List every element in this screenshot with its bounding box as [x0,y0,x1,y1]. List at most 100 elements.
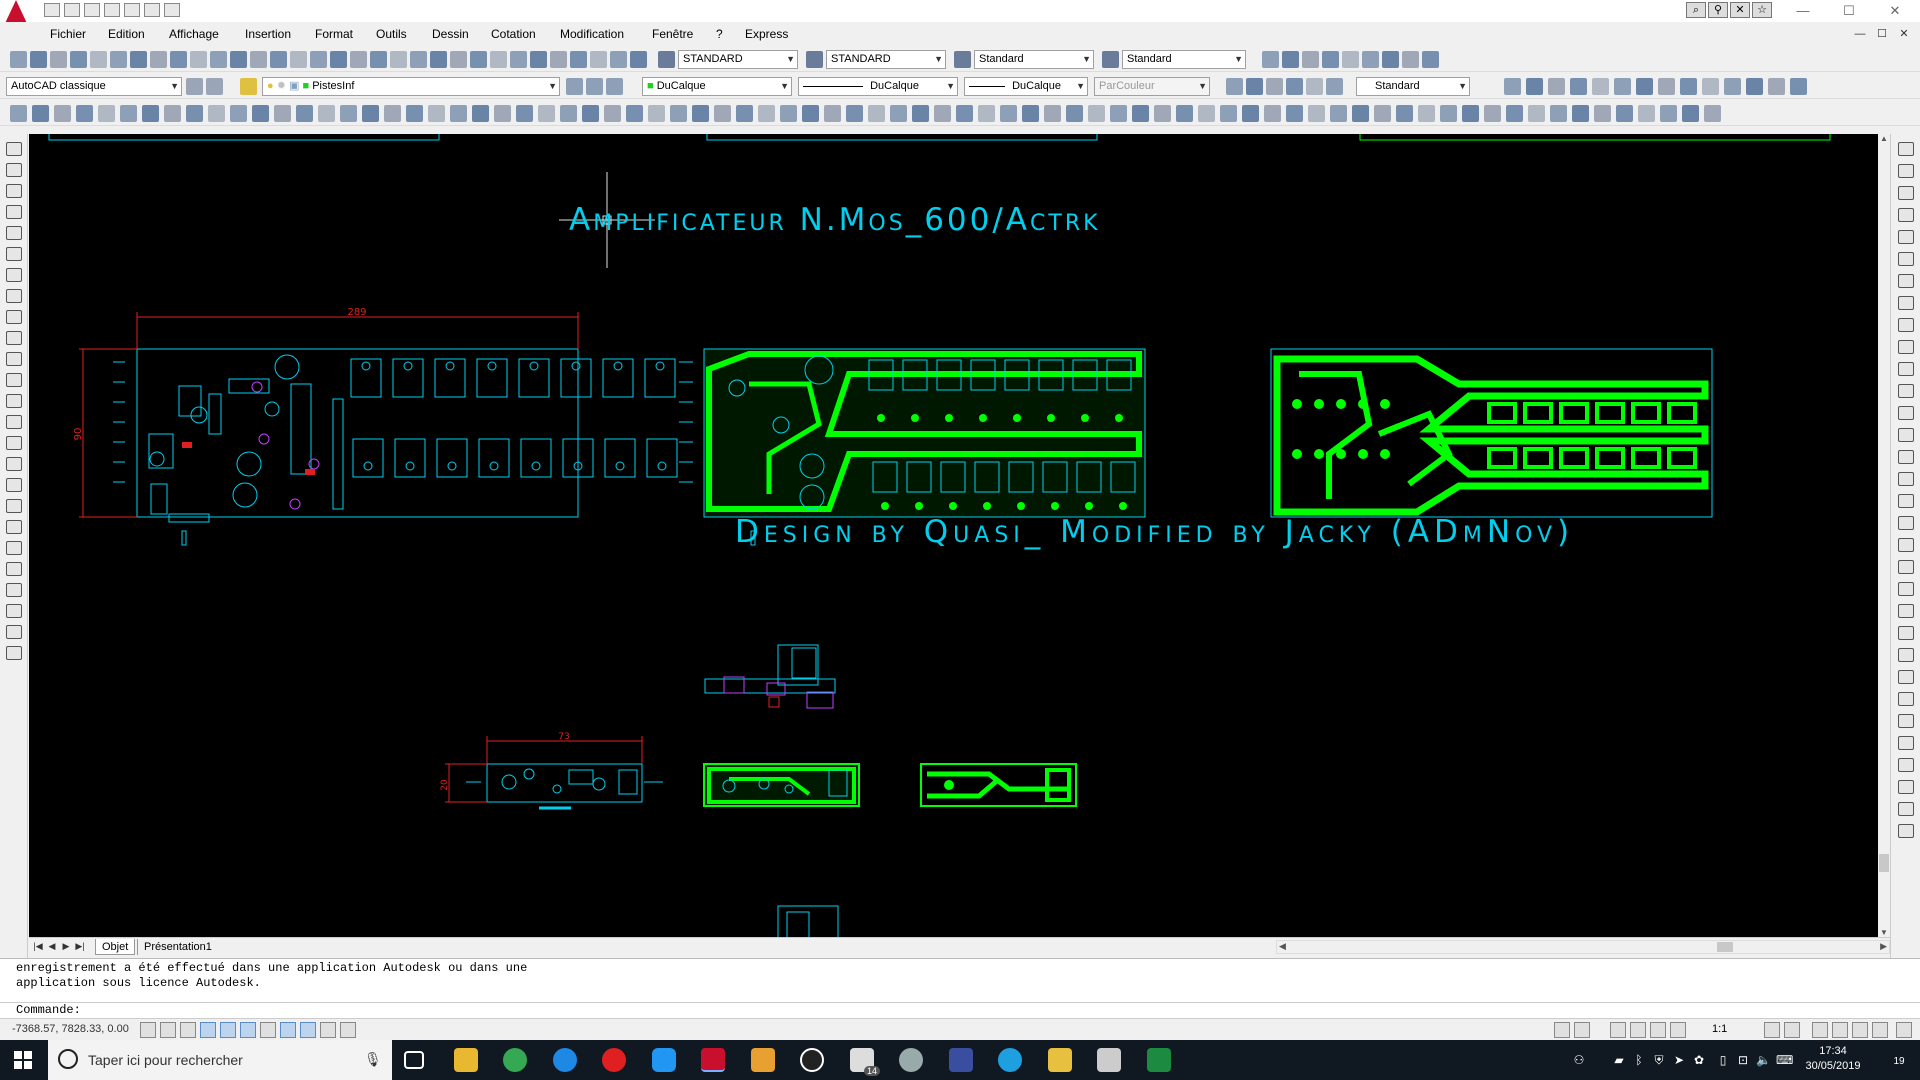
mleader-style-select[interactable]: Standard ▼ [1122,50,1246,69]
arc-icon[interactable] [846,105,863,122]
named-views-icon[interactable] [1282,51,1299,68]
zoom-extents-icon[interactable] [1374,105,1391,122]
scale-icon[interactable] [1898,296,1914,310]
print-preview-icon[interactable] [124,3,140,17]
circle-icon[interactable] [868,105,885,122]
first-tab-icon[interactable]: |◀ [33,940,43,953]
copy-icon[interactable] [186,105,203,122]
hatch-icon[interactable] [670,105,687,122]
gear-icon[interactable] [186,78,203,95]
fillet-icon[interactable] [1898,450,1914,464]
plot-icon[interactable] [570,51,587,68]
dynamic-input-icon[interactable] [320,1022,336,1038]
block-icon[interactable] [758,105,775,122]
showmotion-icon[interactable] [1670,1022,1686,1038]
hatch-icon[interactable] [6,436,22,450]
dim-diameter-icon[interactable] [6,625,22,639]
dim-continue-icon[interactable] [1898,560,1914,574]
edge-icon[interactable] [553,1048,577,1072]
dim-baseline-icon[interactable] [1898,538,1914,552]
dim-aligned-icon[interactable] [6,583,22,597]
ortho-mode-icon[interactable] [200,1022,216,1038]
pcb-app-icon[interactable] [1147,1048,1171,1072]
tray-app-icon[interactable]: ✿ [1692,1053,1706,1067]
scrollbar-thumb[interactable] [1879,854,1889,872]
hatch-icon[interactable] [1462,105,1479,122]
menu-edition[interactable]: Edition [108,27,145,41]
new-file-icon[interactable] [44,3,60,17]
arc-icon[interactable] [1638,105,1655,122]
calculator-icon[interactable] [1097,1048,1121,1072]
stretch-icon[interactable] [1066,105,1083,122]
feather-app-icon[interactable] [800,1048,824,1072]
mleader-style-icon[interactable] [1286,78,1303,95]
zoom-extents-icon[interactable] [582,105,599,122]
linetype-select[interactable]: DuCalque ▼ [798,77,958,96]
block-editor-icon[interactable] [230,51,247,68]
layer-state-icon[interactable] [606,78,623,95]
text-icon[interactable] [1198,105,1215,122]
array-icon[interactable] [318,105,335,122]
zoom-out-icon[interactable] [560,105,577,122]
arc-icon[interactable] [6,247,22,261]
coordinates-readout[interactable]: -7368.57, 7828.33, 0.00 [12,1023,129,1035]
menu-fenetre[interactable]: Fenêtre [652,27,693,41]
annotation-visibility-icon[interactable] [1764,1022,1780,1038]
horizontal-scrollbar[interactable]: ◀ ▶ [1276,940,1890,954]
offset-icon[interactable] [120,105,137,122]
keyboard-icon[interactable]: ⌨ [1776,1053,1793,1067]
new-icon[interactable] [510,51,527,68]
fillet-icon[interactable] [340,105,357,122]
line-icon[interactable] [802,105,819,122]
ellipse-arc-icon[interactable] [6,352,22,366]
tab-model[interactable]: Objet [95,939,136,955]
mail-icon[interactable]: 14 [850,1048,880,1076]
text-a-icon[interactable] [6,541,22,555]
scale-style-select[interactable]: Standard ▼ [1356,77,1470,96]
file-explorer-icon[interactable] [454,1048,478,1072]
toolbar-lock-icon[interactable] [1832,1022,1848,1038]
sun-icon[interactable] [1702,78,1719,95]
copy-icon[interactable] [978,105,995,122]
lineweight-toggle-icon[interactable] [340,1022,356,1038]
properties-icon[interactable] [370,51,387,68]
sign-in-icon[interactable]: ⚲ [1708,2,1728,18]
dim-text-edit-icon[interactable] [1898,670,1914,684]
color-select[interactable]: ■ DuCalque ▼ [642,77,792,96]
workspace-settings-icon[interactable] [206,78,223,95]
explode-icon[interactable] [1898,472,1914,486]
menu-outils[interactable]: Outils [376,27,407,41]
join-icon[interactable] [1898,406,1914,420]
make-block-icon[interactable] [6,394,22,408]
dim-arc-icon[interactable] [1898,494,1914,508]
command-input-line[interactable]: Commande: [0,1002,1920,1018]
tool-palettes-icon[interactable] [410,51,427,68]
dim-angular-icon[interactable] [1308,105,1325,122]
nvidia-icon[interactable]: ▰ [1612,1053,1626,1067]
offset-icon[interactable] [912,105,929,122]
circle-icon[interactable] [76,105,93,122]
dwf-icon[interactable] [1790,78,1807,95]
walk-icon[interactable] [1592,78,1609,95]
rectangle-icon[interactable] [98,105,115,122]
mirror-icon[interactable] [296,105,313,122]
rotate-icon[interactable] [1898,274,1914,288]
mirror-icon[interactable] [1088,105,1105,122]
3d-dwf-icon[interactable] [130,51,147,68]
steering-wheel-icon[interactable] [1650,1022,1666,1038]
fillet-icon[interactable] [1132,105,1149,122]
isolate-objects-icon[interactable] [1872,1022,1888,1038]
search-app-icon[interactable] [998,1048,1022,1072]
chrome-icon[interactable] [503,1048,527,1072]
field-icon[interactable] [1326,78,1343,95]
xline-icon[interactable] [1616,105,1633,122]
hscrollbar-thumb[interactable] [1717,942,1733,952]
sheet-set-icon[interactable] [430,51,447,68]
save-icon[interactable] [50,51,67,68]
rotate-icon[interactable] [230,105,247,122]
3d-object-snap-icon[interactable] [260,1022,276,1038]
stretch-icon[interactable] [1898,318,1914,332]
dim-linear-icon[interactable] [450,105,467,122]
array-icon[interactable] [1898,230,1914,244]
polar-tracking-icon[interactable] [220,1022,236,1038]
